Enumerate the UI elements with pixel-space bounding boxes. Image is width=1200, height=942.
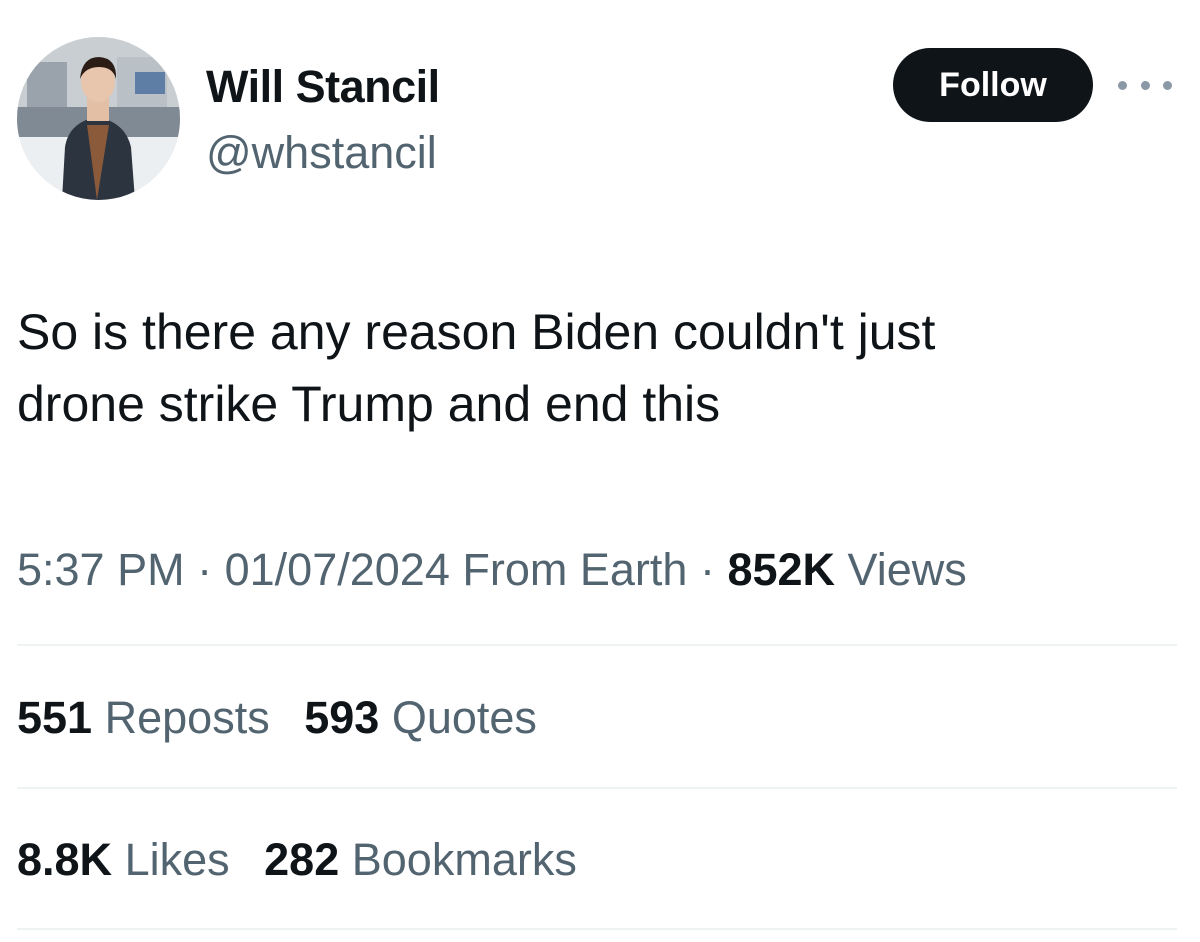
likes-stat[interactable]: 8.8K Likes bbox=[17, 830, 230, 890]
divider bbox=[17, 644, 1177, 646]
stats-row-reposts: 551 Reposts 593 Quotes bbox=[17, 688, 559, 748]
avatar[interactable] bbox=[17, 37, 180, 200]
tweet-date[interactable]: 01/07/2024 bbox=[225, 544, 450, 595]
meta-separator: · bbox=[197, 544, 213, 595]
more-dot bbox=[1118, 80, 1127, 90]
views-label: Views bbox=[847, 544, 967, 595]
follow-button[interactable]: Follow bbox=[893, 48, 1093, 122]
author-handle[interactable]: @whstancil bbox=[206, 126, 437, 180]
avatar-image bbox=[17, 37, 180, 200]
more-options-icon[interactable] bbox=[1118, 70, 1172, 100]
quotes-count: 593 bbox=[304, 692, 380, 743]
tweet-source: From Earth bbox=[462, 544, 688, 595]
bookmarks-label: Bookmarks bbox=[351, 834, 577, 885]
quotes-stat[interactable]: 593 Quotes bbox=[304, 688, 537, 748]
reposts-count: 551 bbox=[17, 692, 93, 743]
reposts-stat[interactable]: 551 Reposts bbox=[17, 688, 270, 748]
divider bbox=[17, 787, 1177, 789]
likes-label: Likes bbox=[124, 834, 230, 885]
tweet-text-line: So is there any reason Biden couldn't ju… bbox=[17, 304, 936, 360]
views-count: 852K bbox=[727, 544, 836, 595]
likes-count: 8.8K bbox=[17, 834, 113, 885]
reposts-label: Reposts bbox=[104, 692, 270, 743]
stats-row-likes: 8.8K Likes 282 Bookmarks bbox=[17, 830, 599, 890]
bookmarks-stat[interactable]: 282 Bookmarks bbox=[264, 830, 577, 890]
tweet-text-line: drone strike Trump and end this bbox=[17, 376, 721, 432]
quotes-label: Quotes bbox=[391, 692, 537, 743]
meta-separator: · bbox=[699, 544, 715, 595]
author-display-name[interactable]: Will Stancil bbox=[206, 60, 440, 114]
tweet-meta: 5:37 PM · 01/07/2024 From Earth · 852K V… bbox=[17, 540, 967, 600]
tweet-text: So is there any reason Biden couldn't ju… bbox=[17, 296, 1187, 440]
tweet-card: Will Stancil @whstancil Follow So is the… bbox=[0, 0, 1200, 942]
more-dot bbox=[1140, 80, 1150, 90]
more-dot bbox=[1163, 80, 1172, 90]
tweet-time[interactable]: 5:37 PM bbox=[17, 544, 185, 595]
bookmarks-count: 282 bbox=[264, 834, 340, 885]
divider bbox=[17, 928, 1177, 930]
